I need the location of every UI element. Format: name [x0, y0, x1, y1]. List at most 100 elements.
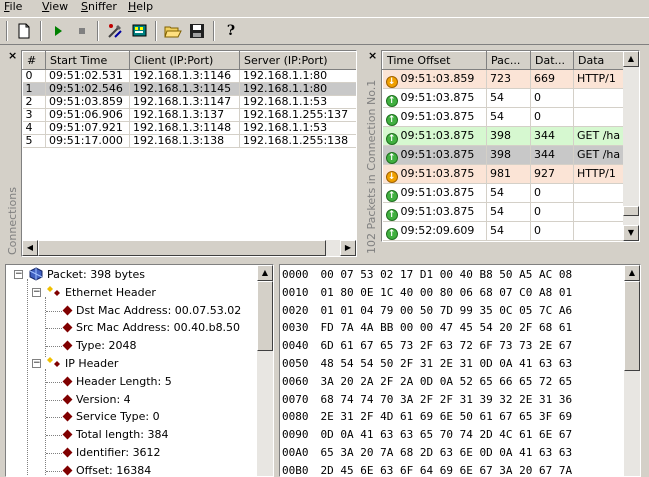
save-icon — [190, 24, 204, 38]
packet-row[interactable]: ↑ 09:51:03.875 398 344 GET /ha — [382, 145, 624, 165]
hex-row[interactable]: 0020 01 01 04 79 00 50 7D 99 35 0C 05 7C … — [282, 302, 572, 319]
connection-row[interactable]: 1 09:51:02.546 192.168.1.3:1145 192.168.1.1… — [22, 82, 356, 96]
save-button[interactable] — [186, 21, 208, 41]
scroll-thumb[interactable] — [624, 281, 640, 371]
packet-row[interactable]: ↑ 09:51:03.875 54 0 — [382, 202, 624, 222]
connections-hscrollbar[interactable]: ◀ ▶ — [22, 240, 356, 256]
new-document-button[interactable] — [13, 21, 35, 41]
outgoing-arrow-icon: ↑ — [385, 228, 398, 240]
adapter-icon — [132, 24, 147, 37]
connection-row[interactable]: 3 09:51:06.906 192.168.1.3:137 192.168.1.25… — [22, 108, 356, 122]
tree-field-node[interactable]: Identifier: 3612 — [62, 444, 161, 461]
hex-bytes: 65 3A 20 7A 68 2D 63 6E 0D 0A 41 63 63 — [320, 446, 573, 459]
tree-field-node[interactable]: Version: 4 — [62, 391, 131, 408]
scroll-up-icon[interactable]: ▲ — [623, 51, 639, 67]
column-header-server[interactable]: Server (IP:Port) — [239, 51, 356, 70]
menu-view[interactable]: View — [42, 0, 68, 15]
cell-time-offset: ↓ 09:51:03.875 — [382, 164, 487, 184]
packet-row[interactable]: ↑ 09:51:03.875 54 0 — [382, 183, 624, 203]
hex-row[interactable]: 0030 FD 7A 4A BB 00 00 47 45 54 20 2F 68 … — [282, 319, 572, 336]
scroll-up-icon[interactable]: ▲ — [257, 265, 273, 281]
tree-header-node[interactable]: Packet: 398 bytes — [28, 266, 145, 283]
collapse-icon[interactable]: − — [32, 287, 41, 297]
tree-field-node[interactable]: Header Length: 5 — [62, 373, 172, 390]
open-button[interactable] — [162, 21, 184, 41]
hex-row[interactable]: 0070 68 74 74 70 3A 2F 2F 31 39 32 2E 31 … — [282, 391, 572, 408]
connection-row[interactable]: 0 09:51:02.531 192.168.1.3:1146 192.168.1.1… — [22, 69, 356, 83]
column-header-data[interactable]: Data — [573, 51, 624, 70]
scroll-thumb[interactable] — [38, 240, 326, 256]
outgoing-arrow-icon: ↑ — [385, 209, 398, 221]
hex-row[interactable]: 0090 0D 0A 41 63 63 65 70 74 2D 4C 61 6E … — [282, 426, 572, 443]
column-header-packet-size[interactable]: Pac... — [486, 51, 531, 70]
menu-sniffer[interactable]: Sniffer — [81, 0, 117, 15]
connections-empty-area — [22, 175, 356, 239]
hex-row[interactable]: 00A0 65 3A 20 7A 68 2D 63 6E 0D 0A 41 63 … — [282, 444, 572, 461]
hex-row[interactable]: 0080 2E 31 2F 4D 61 69 6E 50 61 67 65 3F … — [282, 408, 572, 425]
scroll-thumb[interactable] — [623, 206, 639, 216]
adapter-button[interactable] — [129, 21, 151, 41]
hex-bytes: 3A 20 2A 2F 2A 0D 0A 52 65 66 65 72 65 — [320, 374, 573, 388]
column-header-client[interactable]: Client (IP:Port) — [129, 51, 240, 70]
scroll-thumb[interactable] — [257, 281, 273, 351]
scroll-up-icon[interactable]: ▲ — [624, 265, 640, 281]
hex-row[interactable]: 0040 6D 61 67 65 73 2F 63 72 6F 73 73 2E … — [282, 337, 572, 354]
hex-offset: 00A0 — [282, 446, 309, 459]
packets-vscrollbar[interactable]: ▲ ▼ — [623, 51, 639, 241]
header-icon — [47, 285, 60, 296]
packet-row[interactable]: ↑ 09:52:09.609 54 0 — [382, 221, 624, 241]
connection-row[interactable]: 5 09:51:17.000 192.168.1.3:138 192.168.1.25… — [22, 134, 356, 148]
column-header-start-time[interactable]: Start Time — [45, 51, 130, 70]
tree-field-node[interactable]: Total length: 384 — [62, 426, 168, 443]
tree-field-node[interactable]: Offset: 16384 — [62, 462, 151, 476]
new-document-icon — [18, 23, 30, 39]
cell-server: 192.168.1.1:53 — [239, 95, 356, 109]
time-text: 09:51:03.875 — [400, 205, 475, 218]
connection-row[interactable]: 4 09:51:07.921 192.168.1.3:1148 192.168.1.1… — [22, 121, 356, 135]
tree-header-node[interactable]: IP Header — [46, 355, 118, 372]
menu-file[interactable]: File — [4, 0, 22, 15]
start-capture-button[interactable] — [47, 21, 69, 41]
stop-capture-button[interactable] — [71, 21, 93, 41]
time-text: 09:51:03.875 — [400, 148, 475, 161]
hex-vscrollbar[interactable]: ▲ — [624, 265, 640, 476]
hex-row[interactable]: 0060 3A 20 2A 2F 2A 0D 0A 52 65 66 65 72 … — [282, 373, 572, 390]
hex-dump-pane: 0000 00 07 53 02 17 D1 00 40 B8 50 A5 AC … — [279, 264, 641, 477]
scroll-left-icon[interactable]: ◀ — [22, 240, 38, 256]
packet-row[interactable]: ↑ 09:51:03.875 54 0 — [382, 88, 624, 108]
packet-row[interactable]: ↓ 09:51:03.859 723 669 HTTP/1 — [382, 69, 624, 89]
tree-field-node[interactable]: Src Mac Address: 00.40.b8.50 — [62, 319, 240, 336]
column-header-number[interactable]: # — [22, 51, 46, 70]
scroll-right-icon[interactable]: ▶ — [340, 240, 356, 256]
tree-guide-line — [46, 381, 62, 383]
close-packets-icon[interactable]: × — [368, 50, 377, 61]
packet-row[interactable]: ↓ 09:51:03.875 981 927 HTTP/1 — [382, 164, 624, 184]
tree-vscrollbar[interactable]: ▲ — [257, 265, 273, 476]
cell-time-offset: ↑ 09:51:03.875 — [382, 145, 487, 165]
tree-field-node[interactable]: Service Type: 0 — [62, 408, 160, 425]
hex-bytes: 01 80 0E 1C 40 00 80 06 68 07 C0 A8 01 — [320, 285, 573, 299]
tree-header-node[interactable]: Ethernet Header — [46, 284, 156, 301]
hex-row[interactable]: 00B0 2D 45 6E 63 6F 64 69 6E 67 3A 20 67 … — [282, 462, 572, 476]
close-connections-icon[interactable]: × — [8, 50, 17, 61]
cell-time-offset: ↑ 09:51:03.875 — [382, 202, 487, 222]
menu-help[interactable]: Help — [128, 0, 153, 15]
help-button[interactable]: ? — [220, 21, 242, 41]
tree-guide-line — [45, 369, 46, 476]
tree-field-node[interactable]: Type: 2048 — [62, 337, 136, 354]
column-header-data-size[interactable]: Dat... — [530, 51, 574, 70]
hex-row[interactable]: 0000 00 07 53 02 17 D1 00 40 B8 50 A5 AC … — [282, 266, 572, 283]
packet-row[interactable]: ↑ 09:51:03.875 398 344 GET /ha — [382, 126, 624, 146]
hex-row[interactable]: 0010 01 80 0E 1C 40 00 80 06 68 07 C0 A8 … — [282, 284, 572, 301]
scroll-down-icon[interactable]: ▼ — [623, 225, 639, 241]
collapse-icon[interactable]: − — [32, 359, 41, 368]
column-header-time-offset[interactable]: Time Offset — [382, 51, 487, 70]
tree-field-node[interactable]: Dst Mac Address: 00.07.53.02 — [62, 302, 241, 319]
collapse-icon[interactable]: − — [14, 270, 23, 279]
tools-button[interactable] — [104, 21, 126, 41]
hex-row[interactable]: 0050 48 54 54 50 2F 31 2E 31 0D 0A 41 63 … — [282, 355, 572, 372]
connection-row[interactable]: 2 09:51:03.859 192.168.1.3:1147 192.168.1.1… — [22, 95, 356, 109]
packet-row[interactable]: ↑ 09:51:03.875 54 0 — [382, 107, 624, 127]
cell-client: 192.168.1.3:1145 — [129, 82, 240, 96]
field-icon — [62, 429, 73, 440]
